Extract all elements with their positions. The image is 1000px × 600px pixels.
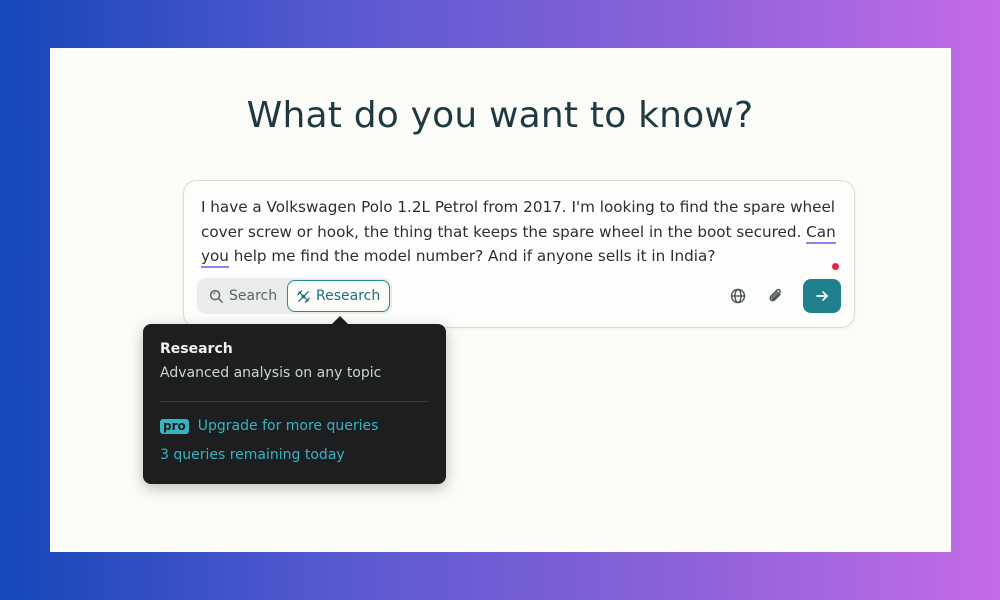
- research-mode-label: Research: [316, 288, 381, 304]
- research-icon: [296, 289, 311, 304]
- upgrade-link[interactable]: pro Upgrade for more queries: [160, 418, 378, 434]
- page-title: What do you want to know?: [246, 95, 754, 136]
- tooltip-description: Advanced analysis on any topic: [160, 365, 382, 381]
- paperclip-icon[interactable]: [766, 286, 786, 306]
- search-mode-button[interactable]: Search: [201, 280, 285, 312]
- search-icon: [209, 289, 224, 304]
- query-composer: I have a Volkswagen Polo 1.2L Petrol fro…: [183, 180, 855, 328]
- research-mode-button[interactable]: Research: [287, 280, 390, 312]
- tooltip-divider: [160, 401, 429, 402]
- upgrade-label: Upgrade for more queries: [197, 418, 379, 434]
- pro-badge: pro: [160, 418, 189, 434]
- query-input[interactable]: I have a Volkswagen Polo 1.2L Petrol fro…: [201, 195, 841, 269]
- mode-selector: Search Research: [197, 278, 392, 314]
- globe-icon[interactable]: [728, 286, 748, 306]
- query-text-part1: I have a Volkswagen Polo 1.2L Petrol fro…: [201, 198, 836, 241]
- send-button[interactable]: [803, 279, 841, 313]
- queries-remaining: 3 queries remaining today: [160, 447, 345, 463]
- research-tooltip: Research Advanced analysis on any topic …: [143, 324, 446, 484]
- arrow-right-icon: [814, 288, 830, 304]
- query-text-part2: help me find the model number? And if an…: [228, 247, 716, 265]
- spellcheck-indicator: [832, 263, 839, 270]
- search-mode-label: Search: [229, 288, 278, 304]
- tooltip-title: Research: [160, 341, 233, 357]
